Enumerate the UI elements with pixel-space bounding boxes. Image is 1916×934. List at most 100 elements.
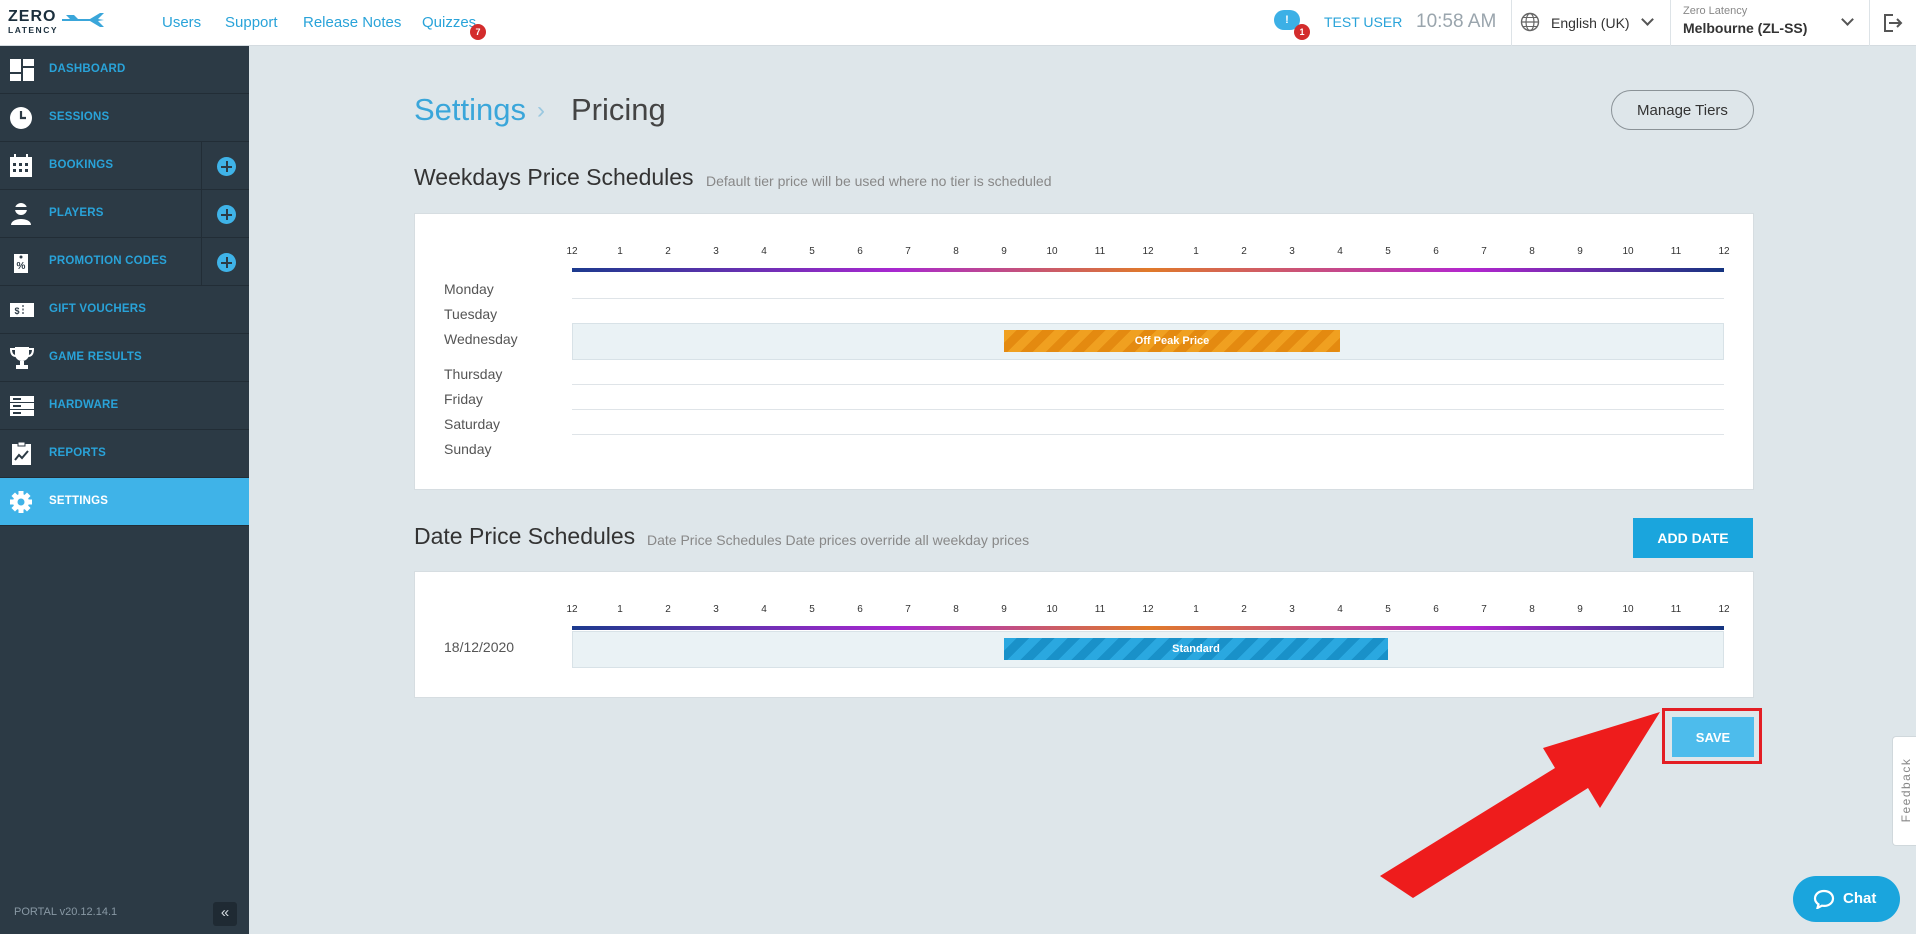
hour-tick-label: 10 <box>1046 246 1058 257</box>
language-chevron-down-icon[interactable] <box>1641 13 1654 26</box>
day-label-monday: Monday <box>444 281 494 297</box>
nav-support-link[interactable]: Support <box>225 14 278 31</box>
hour-tick-label: 10 <box>1622 604 1634 615</box>
sidebar-item-label: GAME RESULTS <box>49 351 142 363</box>
hour-tick-label: 5 <box>809 604 815 615</box>
hour-tick-label: 9 <box>1577 246 1583 257</box>
day-label-sunday: Sunday <box>444 441 492 457</box>
day-label-wednesday: Wednesday <box>444 331 518 347</box>
notification-count-badge: 1 <box>1294 24 1310 40</box>
hour-tick-label: 12 <box>1142 246 1154 257</box>
dashboard-icon <box>10 59 34 81</box>
hour-tick-label: 2 <box>665 604 671 615</box>
globe-icon <box>1520 12 1540 32</box>
day-label-tuesday: Tuesday <box>444 306 498 322</box>
hour-tick-label: 7 <box>1481 604 1487 615</box>
user-menu-link[interactable]: TEST USER <box>1324 14 1402 30</box>
weekdays-section-title: Weekdays Price Schedules <box>414 164 694 190</box>
hour-tick-label: 6 <box>857 604 863 615</box>
sidebar-item-players[interactable]: PLAYERS <box>0 190 249 238</box>
add-promotion-code-button[interactable] <box>201 238 249 286</box>
hour-tick-label: 8 <box>953 604 959 615</box>
hour-tick-label: 10 <box>1046 604 1058 615</box>
date-schedule-panel: 12 1 2 3 4 5 6 7 8 9 10 11 12 1 2 3 4 5 6 7 8 9 10 11 12 18/12/2… <box>414 571 1754 698</box>
language-selector[interactable]: English (UK) <box>1551 15 1630 31</box>
sidebar-item-label: REPORTS <box>49 447 106 459</box>
hour-tick-label: 4 <box>1337 604 1343 615</box>
sidebar-item-reports[interactable]: REPORTS <box>0 430 249 478</box>
hour-tick-label: 5 <box>1385 604 1391 615</box>
sidebar-item-promotion-codes[interactable]: % PROMOTION CODES <box>0 238 249 286</box>
hour-tick-label: 8 <box>953 246 959 257</box>
sidebar-item-gift-vouchers[interactable]: $ GIFT VOUCHERS <box>0 286 249 334</box>
chat-label: Chat <box>1843 890 1877 907</box>
site-selector[interactable]: Melbourne (ZL-SS) <box>1683 20 1807 36</box>
add-date-button[interactable]: ADD DATE <box>1633 518 1753 558</box>
hour-tick-label: 3 <box>713 604 719 615</box>
logout-icon[interactable] <box>1882 13 1904 33</box>
save-button[interactable]: SAVE <box>1672 717 1754 757</box>
hour-tick-label: 6 <box>857 246 863 257</box>
feedback-tab[interactable]: Feedback <box>1892 736 1916 846</box>
hour-tick-label: 9 <box>1001 246 1007 257</box>
day-label-friday: Friday <box>444 391 483 407</box>
hour-tick-label: 11 <box>1670 246 1682 257</box>
page-title: Pricing <box>571 92 666 127</box>
sidebar-item-label: SETTINGS <box>49 495 109 507</box>
breadcrumb-settings-link[interactable]: Settings <box>414 92 526 128</box>
row-divider <box>572 434 1724 435</box>
weekday-schedule-panel: 12 1 2 3 4 5 6 7 8 9 10 11 12 1 2 3 4 5 6 7 8 9 10 11 12 Monday … <box>414 213 1754 490</box>
sidebar-item-label: GIFT VOUCHERS <box>49 303 147 315</box>
portal-version: PORTAL v20.12.14.1 <box>14 906 118 918</box>
feedback-label: Feedback <box>1899 757 1913 823</box>
hour-tick-label: 12 <box>566 604 578 615</box>
hour-ticks: 12 1 2 3 4 5 6 7 8 9 10 11 12 1 2 3 4 5 6 7 8 9 10 11 12 <box>566 246 1729 260</box>
site-company-label: Zero Latency <box>1683 5 1748 17</box>
sidebar-item-game-results[interactable]: GAME RESULTS <box>0 334 249 382</box>
sidebar-item-sessions[interactable]: SESSIONS <box>0 94 249 142</box>
hour-tick-label: 3 <box>1289 604 1295 615</box>
voucher-icon: $ <box>10 303 34 317</box>
svg-text:$: $ <box>14 306 19 316</box>
off-peak-price-block[interactable]: Off Peak Price <box>1004 330 1340 352</box>
hour-tick-label: 1 <box>617 604 623 615</box>
nav-release-notes-link[interactable]: Release Notes <box>303 14 401 31</box>
nav-users-link[interactable]: Users <box>162 14 201 31</box>
site-chevron-down-icon[interactable] <box>1841 13 1854 26</box>
hour-tick-label: 12 <box>1718 604 1730 615</box>
sidebar-item-label: HARDWARE <box>49 399 119 411</box>
nav-quizzes-link[interactable]: Quizzes <box>422 14 476 31</box>
zero-latency-logo[interactable]: ZERO LATENCY <box>8 8 104 38</box>
hour-tick-label: 2 <box>665 246 671 257</box>
divider <box>1511 0 1512 46</box>
add-player-button[interactable] <box>201 190 249 238</box>
hour-tick-label: 3 <box>1289 246 1295 257</box>
weekdays-section-subtitle: Default tier price will be used where no… <box>706 173 1052 189</box>
sidebar-item-label: PROMOTION CODES <box>49 255 168 267</box>
hour-tick-label: 4 <box>761 246 767 257</box>
chat-button[interactable]: Chat <box>1793 876 1900 922</box>
reports-icon <box>12 442 31 465</box>
row-divider <box>572 409 1724 410</box>
breadcrumb-separator: › <box>537 97 545 124</box>
manage-tiers-button[interactable]: Manage Tiers <box>1611 90 1754 130</box>
sidebar-item-bookings[interactable]: BOOKINGS <box>0 142 249 190</box>
standard-price-block[interactable]: Standard <box>1004 638 1388 660</box>
plus-icon <box>217 253 236 272</box>
day-label-saturday: Saturday <box>444 416 501 432</box>
sidebar-item-settings[interactable]: SETTINGS <box>0 478 249 526</box>
hour-tick-label: 12 <box>566 246 578 257</box>
plane-icon <box>62 13 104 27</box>
sidebar-item-label: SESSIONS <box>49 111 110 123</box>
sidebar-item-hardware[interactable]: HARDWARE <box>0 382 249 430</box>
sidebar-item-dashboard[interactable]: DASHBOARD <box>0 46 249 94</box>
schedule-row-date[interactable]: Standard <box>572 631 1724 668</box>
collapse-sidebar-button[interactable]: « <box>213 902 237 926</box>
schedule-row-wednesday[interactable]: Off Peak Price <box>572 323 1724 360</box>
hour-tick-label: 7 <box>1481 246 1487 257</box>
sidebar-item-label: DASHBOARD <box>49 63 126 75</box>
add-booking-button[interactable] <box>201 142 249 190</box>
hour-tick-label: 10 <box>1622 246 1634 257</box>
hour-tick-label: 3 <box>713 246 719 257</box>
hour-tick-label: 1 <box>1193 246 1199 257</box>
